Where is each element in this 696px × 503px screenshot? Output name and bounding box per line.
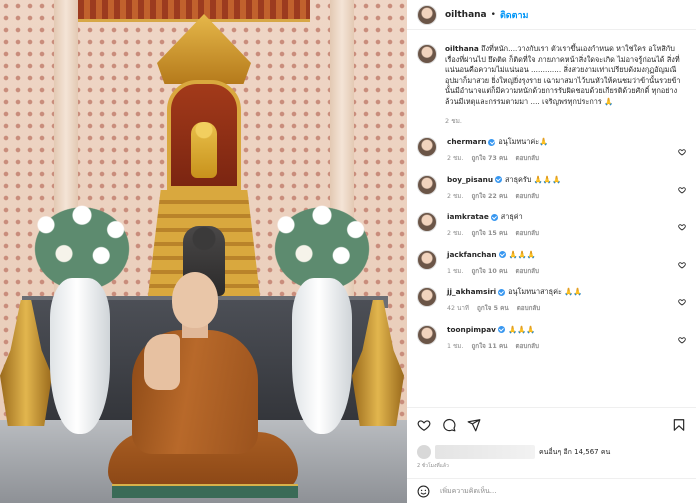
comment-username[interactable]: jackfanchan — [447, 250, 497, 260]
comment-likes[interactable]: ถูกใจ 15 คน — [471, 228, 507, 238]
comment-likes[interactable]: ถูกใจ 5 คน — [477, 303, 509, 313]
separator-dot: • — [490, 9, 496, 20]
blurred-username — [435, 445, 535, 459]
comment-time: 2 ชม. — [447, 155, 464, 162]
heart-icon[interactable] — [417, 418, 431, 432]
comment-likes[interactable]: ถูกใจ 11 คน — [471, 341, 507, 351]
comment-row: boy_pisanu สาธุครับ 🙏🙏🙏 2 ชม. ถูกใจ 22 คน ตอ… — [407, 172, 696, 210]
avatar[interactable] — [417, 324, 437, 345]
post-actions: คนอื่นๆ อีก 14,567 คน 2 ชั่วโมงที่แล้ว — [407, 407, 696, 470]
heart-icon[interactable] — [678, 261, 686, 269]
comment-text: อนุโมทนาสาธุค่ะ 🙏🙏 — [508, 287, 583, 296]
comment-input[interactable]: เพิ่มความคิดเห็น... — [440, 486, 496, 497]
add-comment-bar[interactable]: เพิ่มความคิดเห็น... — [407, 478, 696, 503]
post-timestamp: 2 ชั่วโมงที่แล้ว — [417, 463, 449, 469]
buddha-statue — [191, 122, 217, 178]
reply-button[interactable]: ตอบกลับ — [517, 303, 541, 313]
comment-text: อนุโมทนาค่ะ🙏 — [498, 137, 549, 146]
comment-username[interactable]: boy_pisanu — [447, 175, 493, 185]
avatar[interactable] — [417, 44, 437, 64]
avatar[interactable] — [417, 174, 437, 195]
reply-button[interactable]: ตอบกลับ — [516, 341, 540, 351]
share-icon[interactable] — [467, 418, 481, 432]
verified-badge-icon — [490, 213, 498, 221]
blurred-avatar — [417, 445, 431, 459]
post-caption: oilthana ถึงที่หนัก....วางกับเรา ตัวเราข… — [407, 30, 696, 126]
avatar[interactable] — [417, 4, 437, 25]
comment-time: 1 ชม. — [447, 267, 464, 275]
caption-username[interactable]: oilthana — [445, 44, 479, 53]
caption-text: ถึงที่หนัก....วางกับเรา ตัวเราขึ้นเองกำห… — [445, 44, 681, 106]
heart-icon[interactable] — [678, 148, 686, 156]
verified-badge-icon — [488, 138, 496, 146]
avatar[interactable] — [417, 249, 437, 270]
heart-icon[interactable] — [678, 298, 686, 306]
avatar[interactable] — [417, 212, 437, 232]
bookmark-icon[interactable] — [672, 418, 686, 432]
reply-button[interactable]: ตอบกลับ — [516, 266, 540, 276]
reply-button[interactable]: ตอบกลับ — [516, 191, 540, 201]
monk-figure — [108, 272, 298, 496]
comments-list: chermarn อนุโมทนาค่ะ🙏 2 ชม. ถูกใจ 73 คน ตอบก… — [407, 134, 696, 359]
comment-row: jj_akhamsiri อนุโมทนาสาธุค่ะ 🙏🙏 42 นาที ถูก… — [407, 284, 696, 322]
comment-row: chermarn อนุโมทนาค่ะ🙏 2 ชม. ถูกใจ 73 คน ตอบก… — [407, 134, 696, 172]
comment-likes[interactable]: ถูกใจ 22 คน — [471, 191, 507, 201]
comment-row: iamkratae สาธุค่า 2 ชม. ถูกใจ 15 คน ตอบกลับ — [407, 209, 696, 247]
header-username[interactable]: oilthana — [445, 10, 487, 20]
caption-time: 2 ชม. — [445, 117, 462, 125]
heart-icon[interactable] — [678, 223, 686, 231]
post-side-panel: oilthana • ติดตาม oilthana ถึงที่หนัก...… — [407, 0, 696, 503]
emoji-icon[interactable] — [417, 485, 430, 498]
avatar[interactable] — [417, 287, 437, 307]
comment-time: 42 นาที — [447, 305, 470, 312]
comment-text: สาธุค่า — [500, 212, 523, 221]
comment-text: 🙏🙏🙏 — [508, 249, 536, 259]
heart-icon[interactable] — [678, 336, 686, 344]
comment-text: 🙏🙏🙏 — [507, 324, 536, 334]
comment-time: 2 ชม. — [447, 192, 464, 200]
verified-badge-icon — [498, 288, 506, 296]
heart-icon[interactable] — [678, 186, 686, 194]
comment-text: สาธุครับ 🙏🙏🙏 — [505, 174, 562, 184]
reply-button[interactable]: ตอบกลับ — [516, 228, 540, 238]
comment-username[interactable]: iamkratae — [447, 212, 489, 222]
comment-row: toonpimpav 🙏🙏🙏 1 ชม. ถูกใจ 11 คน ตอบกลับ — [407, 322, 696, 360]
white-vase — [292, 278, 352, 434]
comment-username[interactable]: chermarn — [447, 137, 486, 147]
reply-button[interactable]: ตอบกลับ — [516, 153, 540, 163]
comment-time: 2 ชม. — [447, 230, 464, 237]
likes-count[interactable]: คนอื่นๆ อีก 14,567 คน — [539, 447, 610, 458]
comment-time: 1 ชม. — [447, 342, 464, 350]
comment-likes[interactable]: ถูกใจ 10 คน — [471, 266, 507, 276]
verified-badge-icon — [495, 176, 503, 183]
white-vase — [50, 278, 110, 434]
verified-badge-icon — [497, 326, 505, 333]
comment-likes[interactable]: ถูกใจ 73 คน — [471, 153, 507, 163]
follow-button[interactable]: ติดตาม — [500, 8, 529, 22]
post-header: oilthana • ติดตาม — [407, 0, 696, 30]
comment-icon[interactable] — [442, 418, 456, 432]
meditation-mat — [112, 484, 298, 498]
verified-badge-icon — [498, 251, 506, 258]
comment-username[interactable]: toonpimpav — [447, 325, 496, 335]
avatar[interactable] — [417, 137, 437, 157]
comment-username[interactable]: jj_akhamsiri — [447, 287, 496, 297]
likes-summary[interactable]: คนอื่นๆ อีก 14,567 คน — [417, 444, 686, 460]
post-photo[interactable] — [0, 0, 407, 503]
comment-row: jackfanchan 🙏🙏🙏 1 ชม. ถูกใจ 10 คน ตอบกลับ — [407, 247, 696, 285]
